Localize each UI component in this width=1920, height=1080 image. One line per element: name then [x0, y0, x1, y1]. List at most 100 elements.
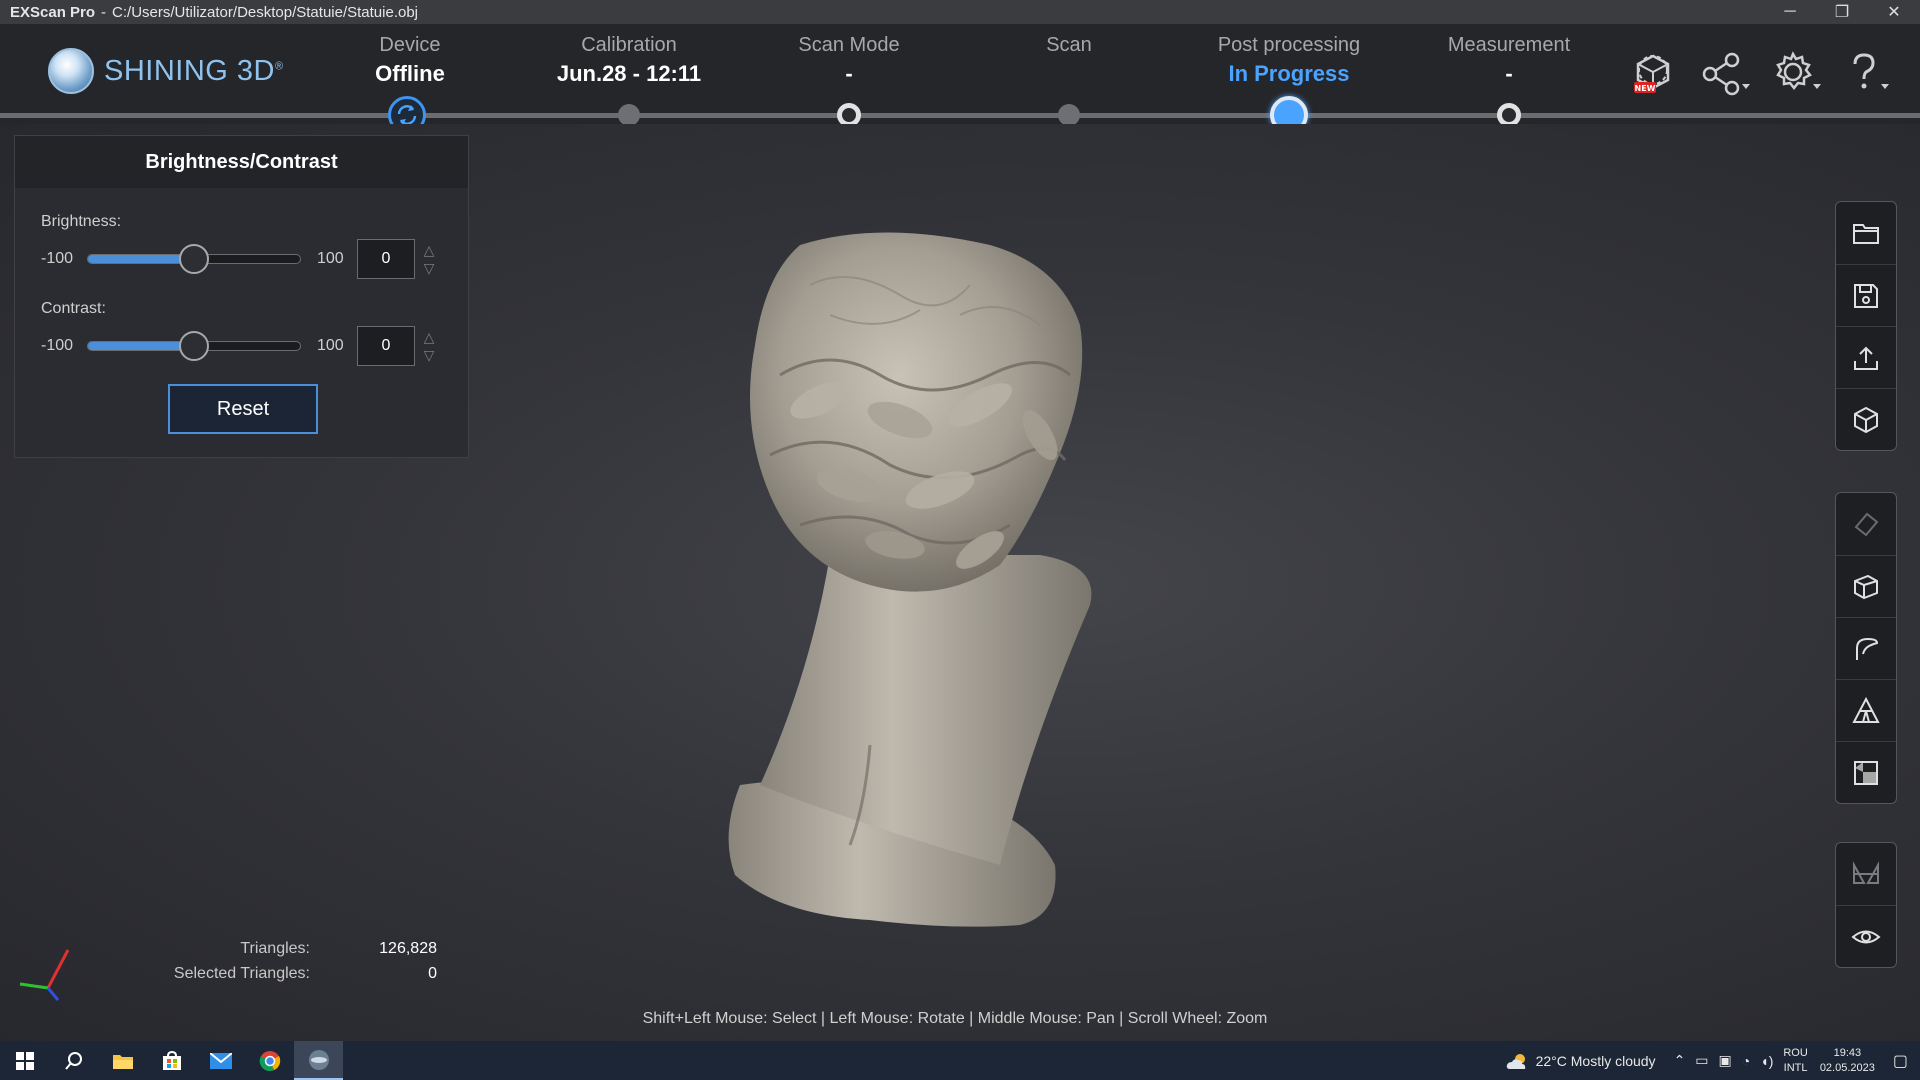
eye-icon[interactable] [1836, 905, 1896, 967]
eraser-icon[interactable] [1836, 493, 1896, 555]
title-separator: - [101, 3, 107, 21]
chrome-icon[interactable] [245, 1041, 294, 1080]
windows-start-icon[interactable] [0, 1041, 49, 1080]
step-label: Calibration [581, 34, 677, 56]
calibration-node[interactable] [618, 104, 640, 126]
network-icon[interactable]: ▭ [1695, 1052, 1708, 1069]
window-controls: ─ ❐ ✕ [1764, 0, 1920, 24]
contrast-row: -100 100 0 △ ▽ [41, 326, 461, 366]
contrast-label: Contrast: [41, 300, 106, 317]
selected-triangles-value: 0 [428, 964, 437, 982]
statue-3d-model[interactable] [700, 225, 1260, 935]
mail-icon[interactable] [196, 1041, 245, 1080]
logo-globe-icon [48, 48, 94, 94]
settings-icon[interactable] [1766, 46, 1828, 100]
file-path: C:/Users/Utilizator/Desktop/Statuie/Stat… [112, 3, 419, 21]
slider-knob[interactable] [179, 331, 209, 361]
lasso-icon[interactable] [1836, 617, 1896, 679]
step-value: Jun.28 - 12:11 [556, 61, 702, 86]
system-tray: 22°C Mostly cloudy ⌃ ▭ ▣ ◔ ◖) ROU INTL 1… [1506, 1041, 1920, 1080]
step-value: Offline [375, 61, 445, 86]
workflow-header: SHINING 3D® Device Offline Calibration J… [0, 24, 1920, 124]
step-measurement[interactable]: Measurement - [1399, 34, 1619, 87]
language-bottom: INTL [1783, 1061, 1808, 1074]
spin-down-icon[interactable]: ▽ [424, 259, 435, 277]
triangles-value: 126,828 [379, 939, 437, 957]
step-label: Scan [1046, 34, 1092, 56]
close-button[interactable]: ✕ [1868, 0, 1920, 24]
shining3d-logo: SHINING 3D® [48, 48, 284, 94]
contrast-slider[interactable] [87, 331, 301, 361]
registered-mark: ® [274, 59, 284, 72]
brightness-spinner[interactable]: △ ▽ [419, 239, 439, 279]
selected-triangles-row: Selected Triangles: 0 [150, 961, 437, 986]
panel-title: Brightness/Contrast [15, 136, 468, 188]
step-device[interactable]: Device Offline [300, 34, 520, 87]
folder-icon[interactable] [1836, 202, 1896, 264]
box-select-icon[interactable] [1836, 555, 1896, 617]
store-icon[interactable] [147, 1041, 196, 1080]
file-toolbar [1835, 201, 1897, 451]
title-bar: EXScan Pro - C:/Users/Utilizator/Desktop… [0, 0, 1920, 24]
share-icon[interactable] [1695, 46, 1757, 100]
brightness-slider[interactable] [87, 244, 301, 274]
triangles-label: Triangles: [240, 939, 310, 957]
minimize-button[interactable]: ─ [1764, 0, 1816, 24]
contrast-value-input[interactable]: 0 [357, 326, 415, 366]
brightness-row: -100 100 0 △ ▽ [41, 239, 461, 279]
triangle-mesh-icon[interactable] [1836, 679, 1896, 741]
slider-knob[interactable] [179, 244, 209, 274]
step-label: Measurement [1447, 34, 1571, 56]
mirror-icon[interactable] [1836, 843, 1896, 905]
chevron-up-icon[interactable]: ⌃ [1674, 1052, 1686, 1069]
step-label: Scan Mode [798, 34, 900, 56]
wifi-icon[interactable]: ◔ [1742, 1053, 1750, 1069]
brightness-min: -100 [41, 250, 74, 267]
cloud-sun-icon [1506, 1053, 1525, 1069]
spin-up-icon[interactable]: △ [424, 241, 435, 259]
clock[interactable]: 19:43 02.05.2023 [1820, 1046, 1875, 1076]
export-icon[interactable] [1836, 326, 1896, 388]
brightness-max: 100 [317, 250, 344, 267]
search-icon[interactable] [49, 1041, 98, 1080]
clip-box-icon[interactable] [1836, 741, 1896, 803]
step-value: - [1505, 61, 1513, 86]
scan-node[interactable] [1058, 104, 1080, 126]
axis-gizmo-icon [19, 949, 70, 1001]
brand-name: SHINING 3D [104, 54, 275, 87]
restore-button[interactable]: ❐ [1816, 0, 1868, 24]
step-label: Device [379, 34, 441, 56]
notification-icon[interactable]: ▢ [1893, 1051, 1908, 1071]
save-icon[interactable] [1836, 264, 1896, 326]
contrast-spinner[interactable]: △ ▽ [419, 326, 439, 366]
device-icon[interactable]: ▣ [1719, 1052, 1732, 1069]
help-icon[interactable] [1836, 46, 1898, 100]
contrast-max: 100 [317, 337, 344, 354]
workflow-progress-track [0, 113, 1920, 118]
step-scan-mode[interactable]: Scan Mode - [739, 34, 959, 87]
step-calibration[interactable]: Calibration Jun.28 - 12:11 [519, 34, 739, 87]
brightness-label: Brightness: [41, 213, 122, 230]
clock-date: 02.05.2023 [1819, 1061, 1875, 1074]
file-explorer-icon[interactable] [98, 1041, 147, 1080]
language-indicator[interactable]: ROU INTL [1783, 1046, 1807, 1076]
mesh-stats: Triangles: 126,828 Selected Triangles: 0 [150, 936, 437, 986]
step-scan[interactable]: Scan [959, 34, 1179, 61]
spin-down-icon[interactable]: ▽ [424, 346, 435, 364]
edit-toolbar [1835, 492, 1897, 804]
weather-widget[interactable]: 22°C Mostly cloudy [1506, 1052, 1656, 1070]
exscan-taskbar-icon[interactable] [294, 1041, 343, 1080]
weather-text: 22°C Mostly cloudy [1535, 1052, 1656, 1069]
new-badge: NEW [1635, 84, 1656, 93]
brightness-value-input[interactable]: 0 [357, 239, 415, 279]
new-model-icon[interactable]: NEW [1622, 46, 1684, 100]
clock-time: 19:43 [1833, 1046, 1862, 1059]
selected-triangles-label: Selected Triangles: [173, 964, 310, 982]
spin-up-icon[interactable]: △ [424, 328, 435, 346]
reset-button[interactable]: Reset [168, 384, 318, 434]
contrast-min: -100 [41, 337, 74, 354]
volume-icon[interactable]: ◖) [1760, 1053, 1773, 1069]
step-post-processing[interactable]: Post processing In Progress [1179, 34, 1399, 87]
cube-icon[interactable] [1836, 388, 1896, 450]
language-top: ROU [1783, 1046, 1808, 1059]
